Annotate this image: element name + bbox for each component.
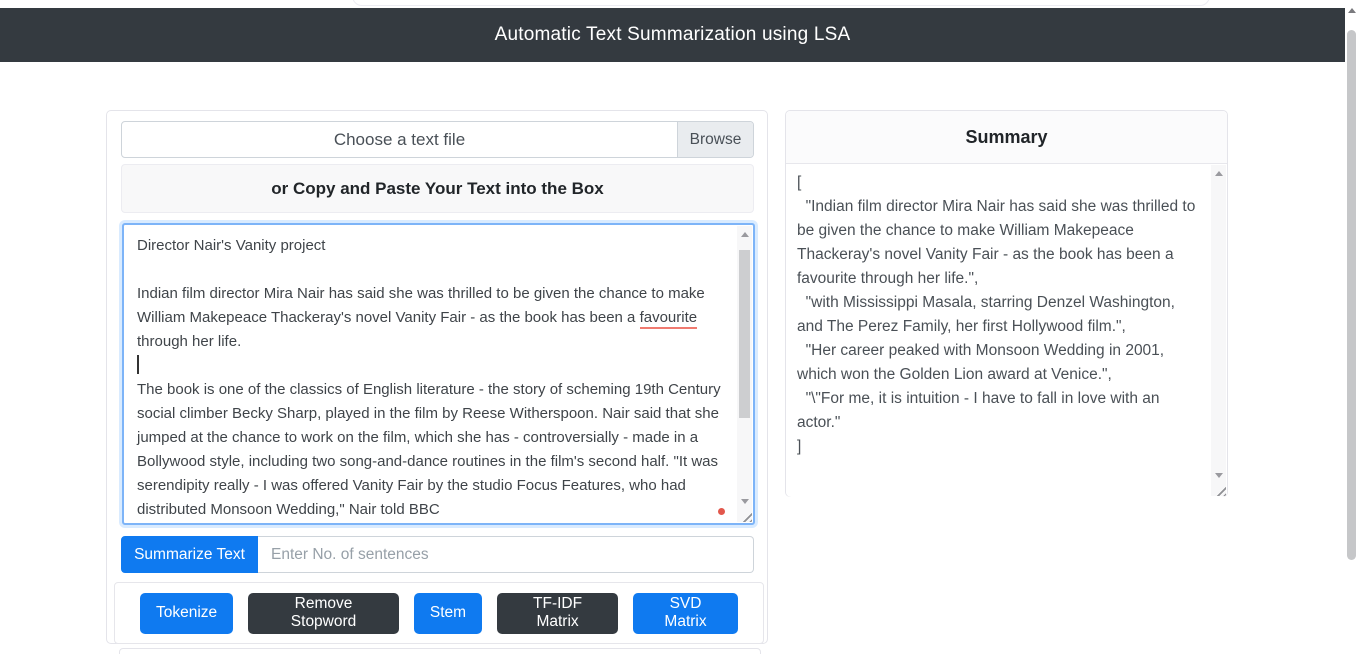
- scroll-up-icon[interactable]: [1215, 171, 1223, 176]
- scrollbar-thumb[interactable]: [739, 250, 750, 418]
- scroll-up-icon[interactable]: [741, 232, 749, 237]
- page-scrollbar-thumb[interactable]: [1347, 30, 1356, 560]
- app-header: Automatic Text Summarization using LSA: [0, 8, 1345, 62]
- file-input[interactable]: Choose a text file Browse: [121, 121, 754, 158]
- page-scrollbar[interactable]: [1345, 0, 1358, 654]
- tokenize-button[interactable]: Tokenize: [140, 593, 233, 634]
- summary-title: Summary: [786, 111, 1227, 164]
- input-textarea[interactable]: Director Nair's Vanity project Indian fi…: [122, 223, 755, 525]
- red-dot-indicator: [718, 508, 725, 515]
- paste-text-header: or Copy and Paste Your Text into the Box: [121, 164, 754, 213]
- page: Automatic Text Summarization using LSA C…: [0, 0, 1358, 654]
- summary-panel: Summary [ "Indian film director Mira Nai…: [785, 110, 1228, 497]
- tool-buttons-box: Tokenize Remove Stopword Stem TF-IDF Mat…: [114, 582, 764, 644]
- input-textarea-scrollbar[interactable]: [737, 226, 752, 522]
- summary-textarea-content[interactable]: [ "Indian film director Mira Nair has sa…: [786, 164, 1209, 497]
- input-textarea-content[interactable]: Director Nair's Vanity project Indian fi…: [124, 225, 735, 523]
- spellcheck-underline: favourite: [640, 309, 698, 329]
- scroll-down-icon[interactable]: [1215, 473, 1223, 478]
- page-title: Automatic Text Summarization using LSA: [495, 24, 851, 46]
- summary-textarea[interactable]: [ "Indian film director Mira Nair has sa…: [786, 164, 1227, 497]
- svd-matrix-button[interactable]: SVD Matrix: [633, 593, 738, 634]
- scroll-up-icon[interactable]: [1348, 8, 1356, 13]
- stem-button[interactable]: Stem: [414, 593, 482, 634]
- scroll-down-icon[interactable]: [741, 499, 749, 504]
- summarize-row: Summarize Text: [121, 536, 754, 573]
- tfidf-matrix-button[interactable]: TF-IDF Matrix: [497, 593, 618, 634]
- summary-textarea-scrollbar[interactable]: [1211, 165, 1226, 496]
- summarize-button[interactable]: Summarize Text: [121, 536, 258, 573]
- file-input-label[interactable]: Choose a text file: [122, 122, 677, 157]
- next-section-partial: [119, 648, 761, 654]
- browser-ui-remnant: [352, 0, 1210, 6]
- top-strip: [0, 0, 1358, 8]
- input-panel: Choose a text file Browse or Copy and Pa…: [106, 110, 768, 644]
- remove-stopword-button[interactable]: Remove Stopword: [248, 593, 399, 634]
- browse-button[interactable]: Browse: [677, 122, 753, 157]
- text-cursor: [137, 355, 139, 374]
- sentences-count-input[interactable]: [258, 536, 754, 573]
